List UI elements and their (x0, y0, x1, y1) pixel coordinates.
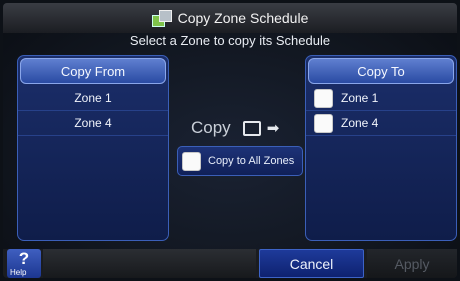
copy-from-panel: Copy From Zone 1 Zone 4 (17, 55, 169, 241)
zone-label: Zone 4 (341, 116, 379, 130)
page-title: Copy Zone Schedule (177, 10, 309, 26)
help-icon: ? (18, 249, 30, 268)
zone-4-checkbox[interactable] (314, 113, 333, 133)
zone-1-checkbox[interactable] (314, 88, 333, 108)
zone-label: Zone 4 (74, 116, 112, 130)
title-bar: Copy Zone Schedule (3, 3, 457, 33)
copy-to-zone-1[interactable]: Zone 1 (306, 86, 456, 111)
copy-to-zone-4[interactable]: Zone 4 (306, 111, 456, 136)
copy-from-header: Copy From (20, 58, 166, 84)
help-button[interactable]: ? Help (7, 249, 41, 278)
zone-label: Zone 1 (74, 91, 112, 105)
help-label: Help (10, 268, 27, 277)
copy-indicator: Copy ➡ (191, 118, 279, 138)
copy-to-panel: Copy To Zone 1 Zone 4 (305, 55, 457, 241)
copy-label: Copy (191, 118, 231, 137)
zone-label: Zone 1 (341, 91, 379, 105)
empty-footer-slot (43, 249, 256, 278)
screen: Copy Zone Schedule Select a Zone to copy… (3, 3, 457, 278)
copy-from-zone-4[interactable]: Zone 4 (18, 111, 168, 136)
copy-to-header: Copy To (308, 58, 454, 84)
copy-to-all-zones-button[interactable]: Copy to All Zones (177, 146, 303, 176)
instructions-text: Select a Zone to copy its Schedule (129, 33, 331, 48)
copy-all-label: Copy to All Zones (208, 155, 295, 167)
right-arrow-icon: ➡ (266, 120, 280, 137)
cancel-button[interactable]: Cancel (259, 249, 364, 278)
copy-schedule-icon (151, 10, 172, 27)
schedule-square-icon (242, 120, 261, 136)
copy-from-zone-1[interactable]: Zone 1 (18, 86, 168, 111)
apply-button[interactable]: Apply (367, 249, 457, 278)
copy-all-checkbox[interactable] (182, 151, 201, 171)
